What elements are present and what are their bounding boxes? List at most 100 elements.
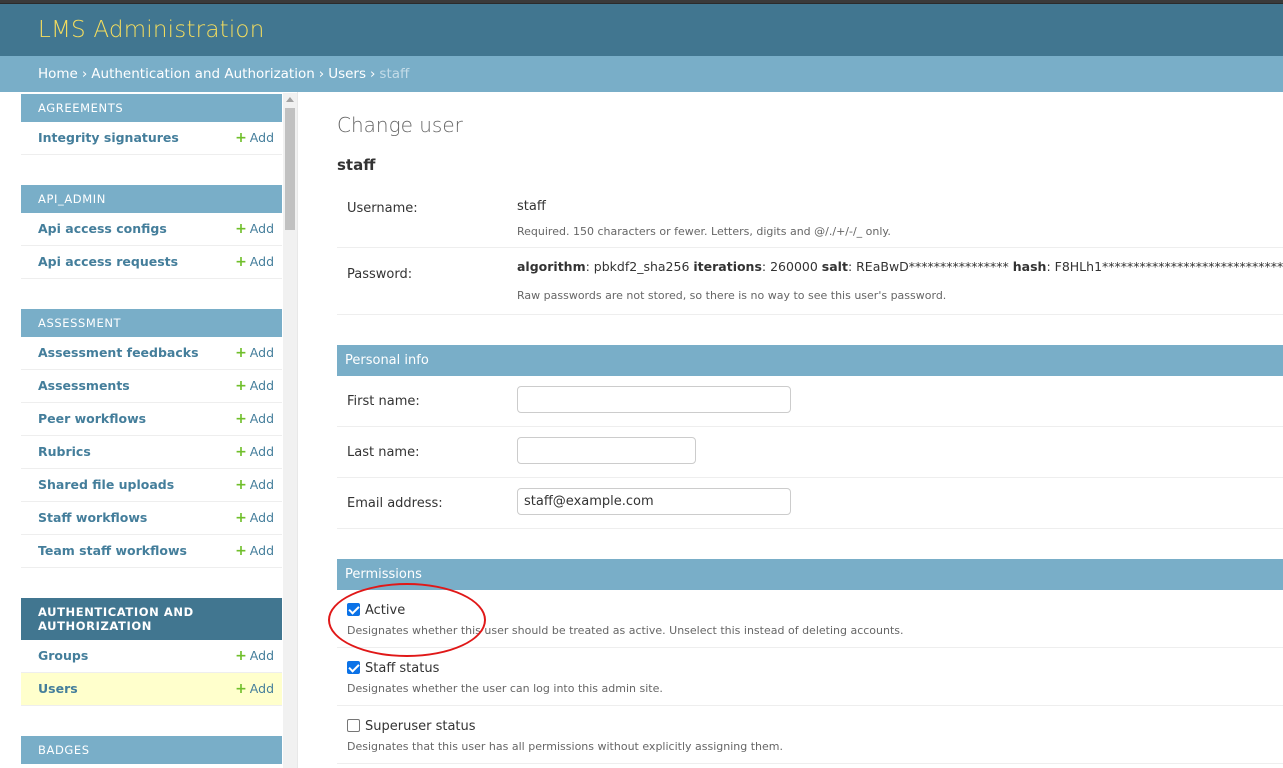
add-button[interactable]: + Add [235,254,274,270]
superuser-status-row: Superuser status Designates that this us… [337,706,1283,764]
add-label: Add [249,543,274,558]
model-link[interactable]: Rubrics [38,444,91,459]
sidebar-item-api-access-configs: Api access configs + Add [21,213,282,246]
main-content: Change user staff Username: staff Requir… [337,92,1283,768]
last-name-label: Last name: [347,445,420,460]
plus-icon: + [235,130,247,146]
algorithm-key: algorithm [517,259,586,274]
module-caption[interactable]: Api_Admin [21,185,282,213]
add-label: Add [249,444,274,459]
add-button[interactable]: + Add [235,378,274,394]
password-label: Password: [347,267,413,282]
model-link[interactable]: Users [38,681,78,696]
first-name-label: First name: [347,394,420,409]
add-button[interactable]: + Add [235,510,274,526]
password-help: Raw passwords are not stored, so there i… [517,289,947,302]
app-sidebar: Agreements Integrity signatures + Add Api… [21,92,298,768]
module-caption[interactable]: Agreements [21,94,282,122]
sidebar-item-staff-workflows: Staff workflows + Add [21,502,282,535]
module-api-admin: Api_Admin Api access configs + Add Api ac… [21,185,282,279]
breadcrumb-separator: › [370,66,376,82]
sidebar-item-team-staff-workflows: Team staff workflows + Add [21,535,282,568]
object-name: staff [337,156,376,174]
email-label: Email address: [347,496,443,511]
site-title-link[interactable]: LMS Administration [38,17,264,43]
iterations-key: iterations [693,259,762,274]
staff-status-row: Staff status Designates whether the user… [337,648,1283,706]
plus-icon: + [235,648,247,664]
active-row: Active Designates whether this user shou… [337,590,1283,648]
add-label: Add [249,378,274,393]
add-label: Add [249,648,274,663]
active-checkbox[interactable] [347,603,360,616]
password-row: Password: algorithm: pbkdf2_sha256 itera… [337,248,1283,315]
add-button[interactable]: + Add [235,345,274,361]
scrollbar-thumb[interactable] [285,108,295,230]
superuser-status-label[interactable]: Superuser status [365,719,476,734]
breadcrumb-auth[interactable]: Authentication and Authorization [91,66,315,82]
staff-status-checkbox[interactable] [347,661,360,674]
model-link[interactable]: Groups [38,648,88,663]
add-button[interactable]: + Add [235,411,274,427]
add-button[interactable]: + Add [235,681,274,697]
first-name-field[interactable] [517,386,791,413]
active-help: Designates whether this user should be t… [347,624,904,637]
module-caption[interactable]: Authentication and Authorization [21,598,282,640]
first-name-row: First name: [337,376,1283,427]
username-label: Username: [347,201,418,216]
superuser-status-checkbox[interactable] [347,719,360,732]
staff-status-label[interactable]: Staff status [365,661,439,676]
model-link[interactable]: Integrity signatures [38,130,179,145]
model-link[interactable]: Staff workflows [38,510,147,525]
add-button[interactable]: + Add [235,477,274,493]
add-label: Add [249,130,274,145]
add-button[interactable]: + Add [235,444,274,460]
add-button[interactable]: + Add [235,221,274,237]
plus-icon: + [235,345,247,361]
model-link[interactable]: Api access configs [38,221,167,236]
breadcrumb-separator: › [81,66,88,82]
sidebar-item-assessments: Assessments + Add [21,370,282,403]
model-link[interactable]: Shared file uploads [38,477,174,492]
add-label: Add [249,345,274,360]
module-agreements: Agreements Integrity signatures + Add [21,94,282,155]
sidebar-item-peer-workflows: Peer workflows + Add [21,403,282,436]
plus-icon: + [235,378,247,394]
iterations-value: : 260000 [761,259,822,274]
sidebar-scrollbar[interactable] [283,93,297,768]
email-row: Email address: [337,478,1283,529]
sidebar-item-users: Users + Add [21,673,282,706]
add-button[interactable]: + Add [235,543,274,559]
breadcrumb-separator: › [318,66,325,82]
username-value: staff [517,199,546,214]
scroll-up-arrow-icon[interactable] [286,97,294,102]
model-link[interactable]: Api access requests [38,254,178,269]
model-link[interactable]: Assessments [38,378,130,393]
breadcrumb-current: staff [379,66,410,82]
staff-status-help: Designates whether the user can log into… [347,682,663,695]
breadcrumb-home[interactable]: Home [38,66,78,82]
page-title: Change user [337,113,463,137]
plus-icon: + [235,444,247,460]
module-caption[interactable]: Badges [21,736,282,764]
add-button[interactable]: + Add [235,648,274,664]
model-link[interactable]: Peer workflows [38,411,146,426]
last-name-field[interactable] [517,437,696,464]
sidebar-item-integrity-signatures: Integrity signatures + Add [21,122,282,155]
add-label: Add [249,221,274,236]
model-link[interactable]: Assessment feedbacks [38,345,199,360]
email-field[interactable] [517,488,791,515]
breadcrumb-users[interactable]: Users [328,66,366,82]
active-label[interactable]: Active [365,603,405,618]
salt-value: : REaBwD**************** [847,259,1013,274]
module-caption[interactable]: Assessment [21,309,282,337]
add-label: Add [249,510,274,525]
personal-info-caption: Personal info [337,345,1283,376]
superuser-status-help: Designates that this user has all permis… [347,740,783,753]
module-auth: Authentication and Authorization Groups … [21,598,282,706]
last-name-row: Last name: [337,427,1283,478]
model-link[interactable]: Team staff workflows [38,543,187,558]
add-button[interactable]: + Add [235,130,274,146]
sidebar-item-groups: Groups + Add [21,640,282,673]
add-label: Add [249,681,274,696]
